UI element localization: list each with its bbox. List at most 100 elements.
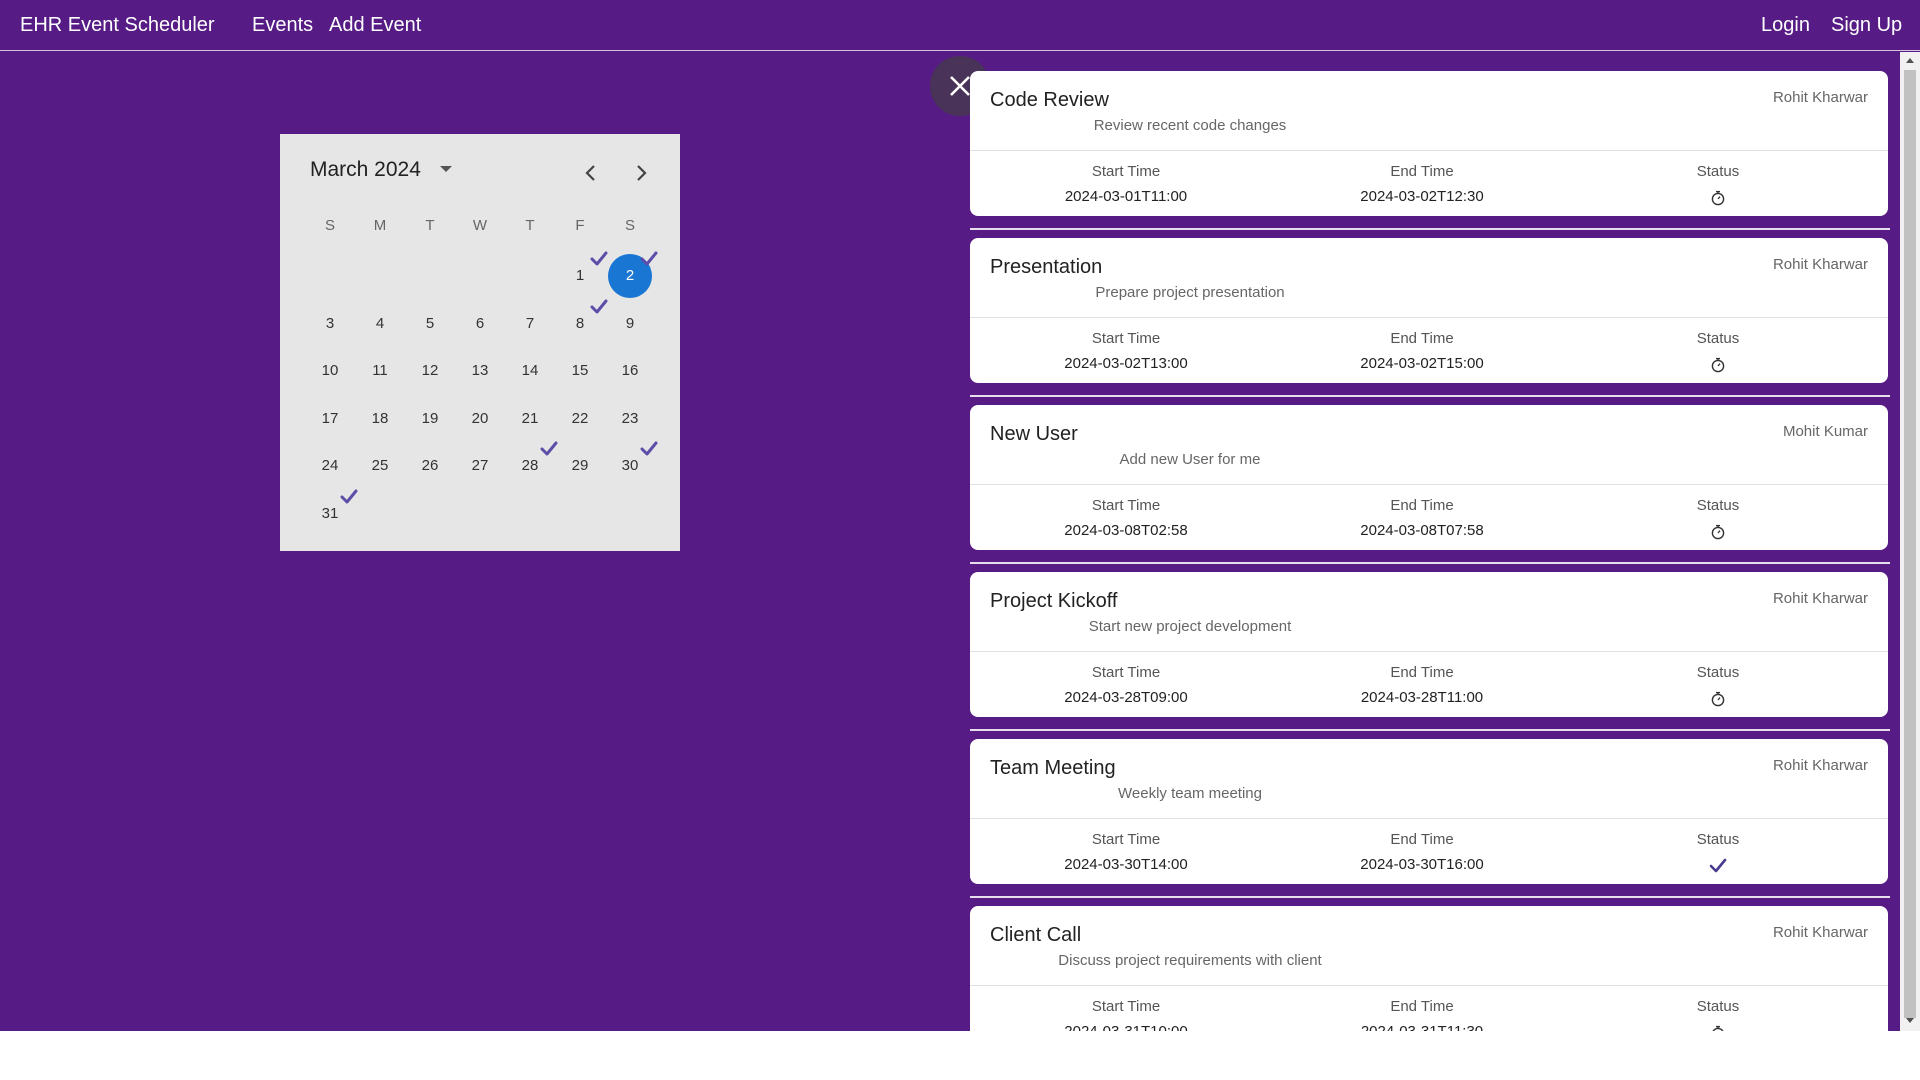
calendar-day[interactable]: 16 [608,349,652,393]
card-divider [970,818,1888,819]
weekday-label: S [324,217,335,234]
calendar-day[interactable]: 14 [508,349,552,393]
app-background: EHR Event Scheduler Events Add Event Log… [0,0,1920,1031]
chevron-left-icon[interactable] [578,160,604,186]
stopwatch-icon [1709,356,1727,374]
event-start-time: 2024-03-31T10:00 [1026,1023,1226,1031]
event-start-time: 2024-03-30T14:00 [1064,856,1188,873]
event-card[interactable]: Team Meeting Weekly team meeting Rohit Kha… [970,739,1888,884]
calendar-day[interactable]: 26 [408,444,452,488]
calendar-day[interactable]: 24 [308,444,352,488]
end-time-label: End Time [1390,998,1454,1015]
status-label: Status [1696,664,1740,681]
event-end-time: 2024-03-30T16:00 [1360,856,1484,873]
login-link[interactable]: Login [1761,14,1810,37]
navbar: EHR Event Scheduler Events Add Event Log… [0,0,1920,51]
check-icon [340,488,358,506]
event-card[interactable]: Client Call Discuss project requirements … [970,906,1888,1031]
scroll-up-icon[interactable] [1906,58,1914,63]
end-time-label: End Time [1390,664,1454,681]
event-card-container: Team Meeting Weekly team meeting Rohit Kha… [970,739,1890,906]
calendar-day[interactable]: 18 [358,397,402,441]
event-card[interactable]: New User Add new User for me Mohit Kumar St… [970,405,1888,550]
event-title: Presentation [990,256,1103,278]
calendar-day[interactable]: 15 [558,349,602,393]
stopwatch-icon [1709,189,1727,207]
signup-link[interactable]: Sign Up [1831,14,1902,37]
scroll-down-icon[interactable] [1906,1018,1914,1023]
event-title: New User [990,423,1078,445]
calendar-day[interactable]: 10 [308,349,352,393]
calendar-day[interactable]: 12 [408,349,452,393]
calendar-day[interactable]: 4 [358,302,402,346]
calendar-day[interactable]: 17 [308,397,352,441]
calendar-day[interactable]: 13 [458,349,502,393]
event-start-time: 2024-03-02T13:00 [1064,355,1188,372]
end-time-label: End Time [1390,497,1454,514]
event-author: Rohit Kharwar [1772,590,1868,607]
card-divider [970,150,1888,151]
card-divider [970,317,1888,318]
calendar-day[interactable]: 7 [508,302,552,346]
calendar-day[interactable]: 21 [508,397,552,441]
event-card[interactable]: Code Review Review recent code changes Roh… [970,71,1888,216]
calendar-day[interactable]: 23 [608,397,652,441]
weekday-label: M [373,217,387,234]
event-card[interactable]: Project Kickoff Start new project develop… [970,572,1888,717]
event-description: Start new project development [1088,618,1292,635]
chevron-right-icon[interactable] [628,160,654,186]
card-divider [970,651,1888,652]
event-end-time: 2024-03-28T11:00 [1360,689,1484,706]
event-start-time: 2024-03-01T11:00 [1064,188,1188,205]
event-title: Project Kickoff [990,590,1118,612]
event-card-container: Presentation Prepare project presentation… [970,238,1890,405]
weekday-label: W [472,217,488,234]
weekday-label: F [575,217,585,234]
scrollbar[interactable] [1900,52,1920,1031]
calendar-day[interactable]: 11 [358,349,402,393]
calendar-day[interactable]: 9 [608,302,652,346]
check-icon [590,298,608,316]
status-label: Status [1696,497,1740,514]
nav-link-add-event[interactable]: Add Event [329,14,421,37]
card-divider-line [970,896,1890,898]
end-time-label: End Time [1390,330,1454,347]
end-time-label: End Time [1390,831,1454,848]
event-author: Mohit Kumar [1782,423,1868,440]
calendar-month-label[interactable]: March 2024 [310,158,421,182]
event-description: Review recent code changes [1093,117,1287,134]
status-label: Status [1696,831,1740,848]
status-label: Status [1696,163,1740,180]
start-time-label: Start Time [1091,497,1161,514]
event-title: Code Review [990,89,1109,111]
start-time-label: Start Time [1091,998,1161,1015]
status-label: Status [1696,330,1740,347]
event-author: Rohit Kharwar [1772,256,1868,273]
calendar-day[interactable]: 25 [358,444,402,488]
calendar-day[interactable]: 6 [458,302,502,346]
calendar: March 2024 S M T W T F S 1 2 3 4 5 6 7 8 9 10 11 12 13 14 15 1… [280,134,680,551]
calendar-day[interactable]: 3 [308,302,352,346]
calendar-day[interactable]: 22 [558,397,602,441]
event-description: Weekly team meeting [1118,785,1262,802]
end-time-label: End Time [1390,163,1454,180]
event-end-time: 2024-03-08T07:58 [1360,522,1484,539]
card-divider-line [970,729,1890,731]
calendar-day[interactable]: 19 [408,397,452,441]
stopwatch-icon [1709,1024,1727,1031]
caret-down-icon[interactable] [440,166,452,172]
brand-link[interactable]: EHR Event Scheduler [20,14,215,37]
calendar-day[interactable]: 5 [408,302,452,346]
calendar-day[interactable]: 20 [458,397,502,441]
event-card[interactable]: Presentation Prepare project presentation… [970,238,1888,383]
check-icon [640,250,658,268]
calendar-day[interactable]: 27 [458,444,502,488]
event-title: Team Meeting [990,757,1116,779]
calendar-day[interactable]: 29 [558,444,602,488]
check-icon [1709,857,1727,875]
nav-link-events[interactable]: Events [252,14,313,37]
event-description: Discuss project requirements with client [1058,952,1322,969]
scrollbar-thumb[interactable] [1904,70,1916,1018]
check-icon [640,440,658,458]
card-divider [970,985,1888,986]
